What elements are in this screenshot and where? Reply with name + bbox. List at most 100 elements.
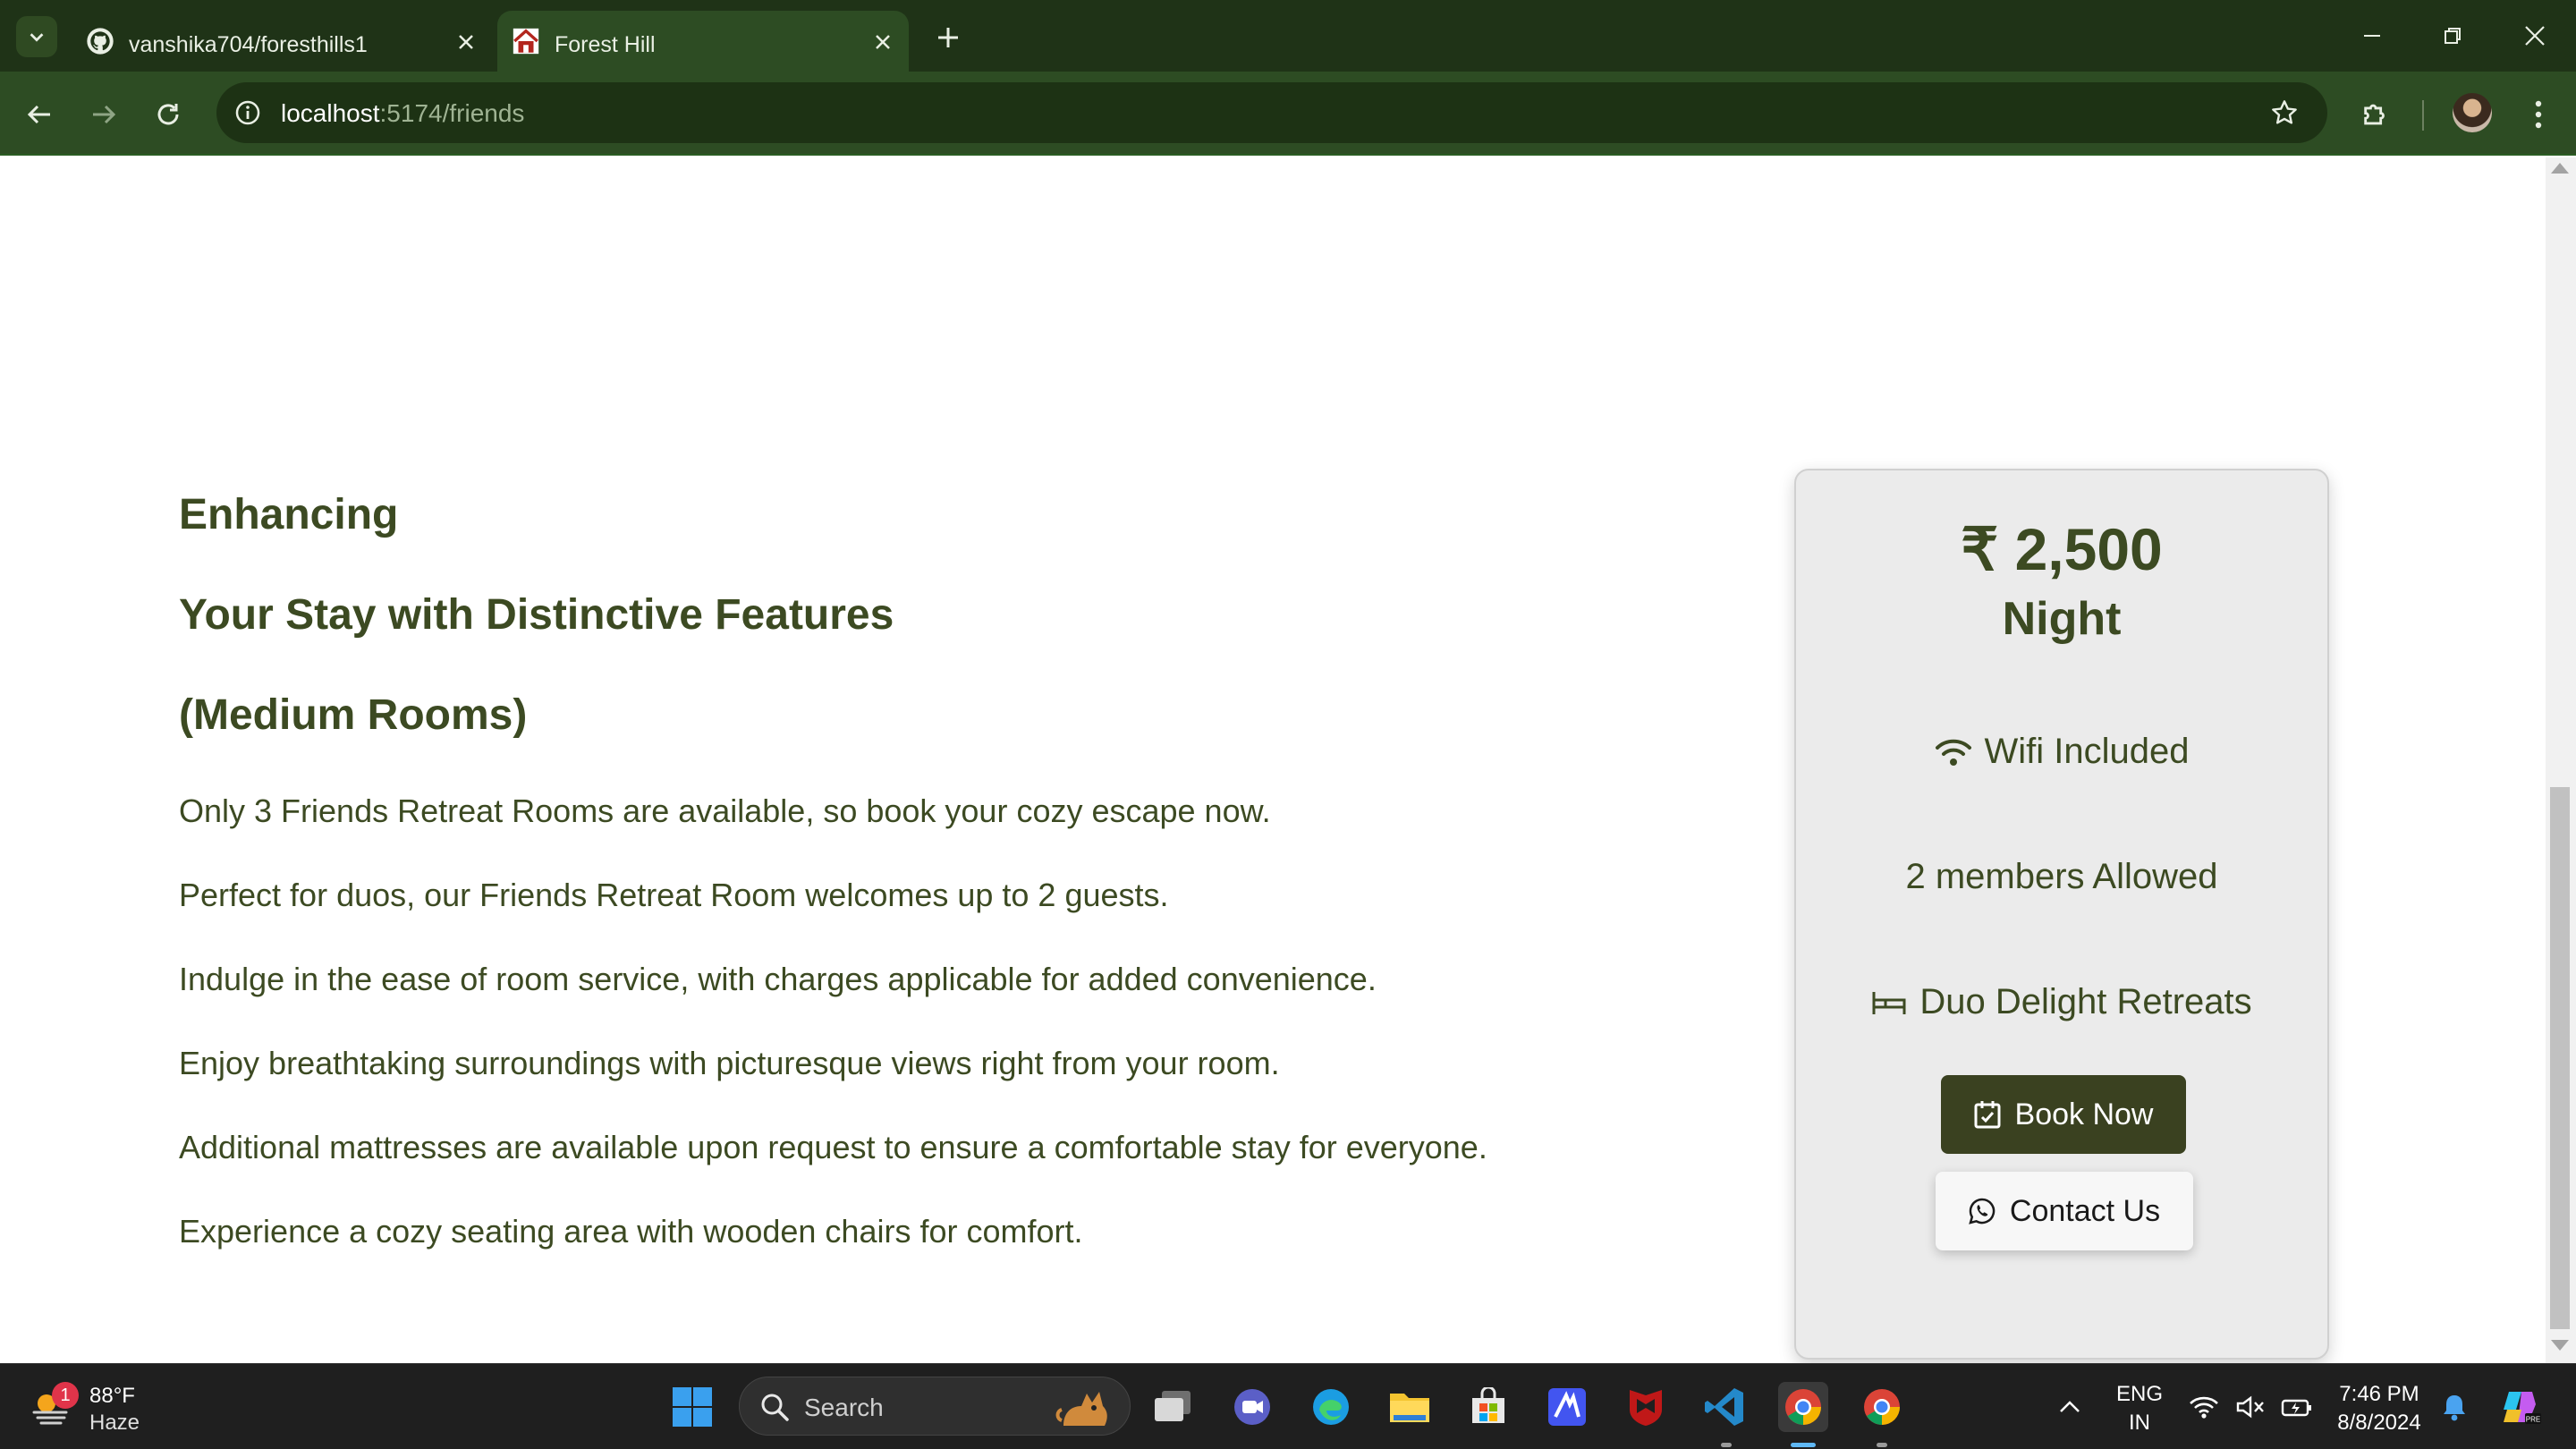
- tab-title: vanshika704/foresthills1: [129, 32, 368, 57]
- mcafee-shield-icon: [1630, 1390, 1662, 1426]
- url-host: localhost: [281, 99, 380, 127]
- profile-avatar[interactable]: [2453, 93, 2492, 132]
- weather-badge: 1: [52, 1382, 79, 1409]
- restore-icon: [2445, 28, 2461, 44]
- back-button[interactable]: [20, 95, 59, 134]
- minimize-icon: [2364, 35, 2380, 37]
- features-heading-line-3: (Medium Rooms): [179, 691, 528, 739]
- search-icon: [761, 1394, 789, 1421]
- book-now-button[interactable]: Book Now: [1941, 1075, 2186, 1154]
- search-label: Search: [804, 1394, 884, 1421]
- start-button[interactable]: [667, 1382, 717, 1432]
- feature-item: Additional mattresses are available upon…: [179, 1129, 1487, 1165]
- new-tab-button[interactable]: [930, 20, 966, 55]
- weather-widget[interactable]: 1 88°F Haze: [27, 1380, 170, 1435]
- price-period: Night: [2002, 593, 2122, 645]
- cat-highlight-icon: [1055, 1392, 1107, 1426]
- contact-us-button[interactable]: Contact Us: [1936, 1172, 2193, 1250]
- speaker-muted-icon: [2236, 1395, 2264, 1419]
- notifications-button[interactable]: [2436, 1382, 2472, 1432]
- edge-icon: [1313, 1389, 1349, 1425]
- vscode-button[interactable]: [1699, 1382, 1750, 1432]
- contact-us-label: Contact Us: [2009, 1193, 2161, 1228]
- teams-chat-button[interactable]: [1227, 1382, 1277, 1432]
- bed-icon: [1872, 991, 1906, 1014]
- scrollbar-thumb[interactable]: [2550, 787, 2570, 1329]
- weather-temp: 88°F: [89, 1384, 135, 1408]
- features-heading-line-2: Your Stay with Distinctive Features: [179, 591, 894, 639]
- address-bar[interactable]: localhost:5174/friends: [216, 82, 2327, 143]
- bookmark-star-icon[interactable]: [2268, 97, 2301, 129]
- scroll-down-arrow-icon[interactable]: [2551, 1340, 2569, 1351]
- toolbar-divider: [2422, 100, 2424, 131]
- restore-button[interactable]: [2426, 13, 2479, 59]
- minimize-button[interactable]: [2345, 13, 2399, 59]
- region-code: IN: [2129, 1411, 2150, 1435]
- site-info-icon[interactable]: [233, 97, 263, 128]
- bed-amenity: Duo Delight Retreats: [1796, 982, 2327, 1022]
- members-amenity: 2 members Allowed: [1796, 857, 2327, 897]
- close-tab-icon[interactable]: [869, 29, 896, 55]
- mcafee-button[interactable]: [1621, 1382, 1671, 1432]
- whatsapp-icon: [1969, 1198, 1996, 1224]
- taskbar-search[interactable]: Search: [739, 1377, 1131, 1436]
- automate-app-icon: [1548, 1388, 1586, 1426]
- active-indicator: [1791, 1443, 1816, 1447]
- wifi-amenity: Wifi Included: [1796, 732, 2327, 772]
- powerautomate-button[interactable]: [1542, 1382, 1592, 1432]
- close-icon: [2525, 26, 2545, 46]
- tab-forest-hill[interactable]: Forest Hill: [497, 11, 909, 72]
- arrow-left-icon: [27, 105, 50, 124]
- weather-condition: Haze: [89, 1411, 140, 1435]
- chrome-profile-active-button[interactable]: [1778, 1382, 1828, 1432]
- calendar-check-icon: [1974, 1101, 2001, 1129]
- browser-tab-strip: vanshika704/foresthills1 Forest Hill: [0, 0, 2576, 72]
- tab-github[interactable]: vanshika704/foresthills1: [72, 11, 492, 72]
- feature-item: Only 3 Friends Retreat Rooms are availab…: [179, 792, 1271, 829]
- puzzle-icon: [2364, 104, 2385, 125]
- bell-icon: [2444, 1395, 2465, 1421]
- tab-title: Forest Hill: [555, 32, 656, 57]
- task-view-button[interactable]: [1148, 1382, 1199, 1432]
- scroll-up-arrow-icon[interactable]: [2551, 163, 2569, 174]
- running-indicator: [1721, 1443, 1732, 1447]
- feature-item: Perfect for duos, our Friends Retreat Ro…: [179, 877, 1169, 913]
- language-indicator[interactable]: ENG IN: [2116, 1382, 2163, 1436]
- clock-date: 8/8/2024: [2337, 1411, 2421, 1435]
- tab-search-button[interactable]: [16, 16, 57, 57]
- chevron-up-icon: [2060, 1401, 2080, 1412]
- url-path: :5174/friends: [379, 99, 525, 127]
- forward-button[interactable]: [84, 95, 123, 134]
- wifi-icon: [1935, 739, 1971, 766]
- microsoft-store-button[interactable]: [1463, 1382, 1513, 1432]
- chrome-button[interactable]: [1857, 1382, 1907, 1432]
- close-tab-icon[interactable]: [453, 29, 479, 55]
- chevron-down-icon: [30, 33, 44, 42]
- feature-item: Enjoy breathtaking surroundings with pic…: [179, 1045, 1280, 1081]
- clock[interactable]: 7:46 PM 8/8/2024: [2334, 1382, 2424, 1436]
- file-explorer-button[interactable]: [1385, 1382, 1435, 1432]
- edge-browser-button[interactable]: [1306, 1382, 1356, 1432]
- wifi-status-button[interactable]: [2186, 1382, 2222, 1432]
- reload-icon: [157, 104, 179, 125]
- windows-logo-icon: [673, 1387, 712, 1427]
- chat-icon: [1234, 1389, 1270, 1425]
- chrome-icon: [1864, 1389, 1900, 1425]
- members-label: 2 members Allowed: [1905, 857, 2218, 896]
- vscode-icon: [1705, 1388, 1743, 1426]
- url-text: localhost:5174/friends: [281, 99, 524, 128]
- extensions-button[interactable]: [2356, 95, 2395, 134]
- close-window-button[interactable]: [2508, 13, 2562, 59]
- store-icon: [1472, 1387, 1504, 1423]
- wifi-icon: [2190, 1396, 2218, 1419]
- battery-button[interactable]: [2277, 1382, 2317, 1432]
- task-view-icon: [1155, 1391, 1191, 1421]
- show-hidden-icons-button[interactable]: [2050, 1382, 2089, 1432]
- volume-button[interactable]: [2233, 1382, 2268, 1432]
- features-heading-line-1: Enhancing: [179, 491, 399, 538]
- reload-button[interactable]: [148, 95, 188, 134]
- language-code: ENG: [2116, 1382, 2164, 1406]
- windows-taskbar: 1 88°F Haze Search ENG IN 7:46 PM 8/8/20…: [0, 1363, 2576, 1449]
- browser-menu-button[interactable]: [2519, 95, 2558, 134]
- copilot-button[interactable]: PRE: [2494, 1382, 2547, 1432]
